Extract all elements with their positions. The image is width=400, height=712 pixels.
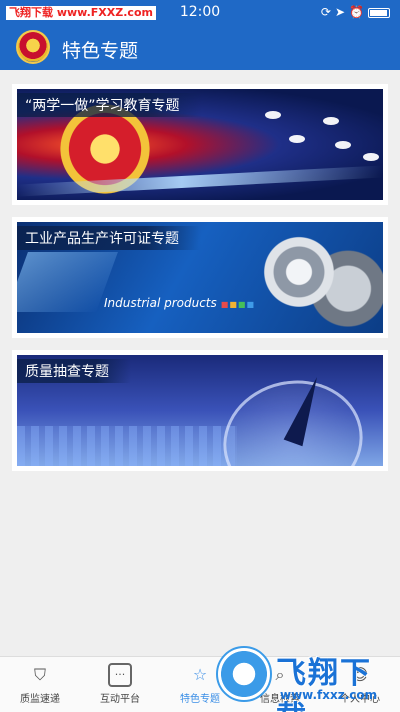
location-icon: ➤ xyxy=(334,5,350,19)
chat-box-icon: ··· xyxy=(108,663,132,687)
gears-graphic xyxy=(243,222,383,333)
city-skyline-graphic xyxy=(17,426,237,466)
topic-card-two-studies[interactable]: “两学一做”学习教育专题 xyxy=(12,84,388,205)
topic-title: 工业产品生产许可证专题 xyxy=(17,226,201,250)
shield-doc-icon: ⛉ xyxy=(33,665,46,684)
cubes-graphic xyxy=(17,252,118,312)
dove-icon xyxy=(363,153,379,161)
tab-interactive-platform[interactable]: ··· 互动平台 xyxy=(80,657,160,712)
dove-icon xyxy=(323,117,339,125)
topic-card-quality-inspection[interactable]: 质量抽查专题 xyxy=(12,350,388,471)
app-header: 特色专题 xyxy=(0,26,400,70)
dove-icon xyxy=(265,111,281,119)
dove-icon xyxy=(335,141,351,149)
tab-label: 互动平台 xyxy=(100,694,140,705)
topic-subtitle: Industrial products ■■■■ xyxy=(104,296,256,310)
alarm-icon: ⏰ xyxy=(349,5,368,19)
tab-quality-news[interactable]: ⛉ 质监速递 xyxy=(0,657,80,712)
topic-title: 质量抽查专题 xyxy=(17,359,131,383)
battery-icon xyxy=(368,7,390,18)
status-icons: ⟳➤⏰ xyxy=(321,5,390,19)
topic-banner-image: 质量抽查专题 xyxy=(17,355,383,466)
topic-banner-image: Industrial products ■■■■ 工业产品生产许可证专题 xyxy=(17,222,383,333)
watermark-text: 飞翔下载 xyxy=(276,656,372,712)
tab-label: 质监速递 xyxy=(20,694,60,705)
watermark-url: www.fxxz.com xyxy=(280,688,378,702)
watermark-logo xyxy=(216,646,272,702)
topic-card-production-license[interactable]: Industrial products ■■■■ 工业产品生产许可证专题 xyxy=(12,217,388,338)
topic-title: “两学一做”学习教育专题 xyxy=(17,93,202,117)
color-dots: ■■■■ xyxy=(220,300,256,309)
topic-banner-image: “两学一做”学习教育专题 xyxy=(17,89,383,200)
emblem-logo xyxy=(16,30,50,64)
page-title: 特色专题 xyxy=(62,40,139,62)
status-bar: 飞翔下载 www.FXXZ.com 12:00 ⟳➤⏰ xyxy=(0,0,400,26)
watermark-overlay: 飞翔下载 www.fxxz.com xyxy=(204,642,400,712)
dove-icon xyxy=(289,135,305,143)
orientation-lock-icon: ⟳ xyxy=(320,5,335,19)
